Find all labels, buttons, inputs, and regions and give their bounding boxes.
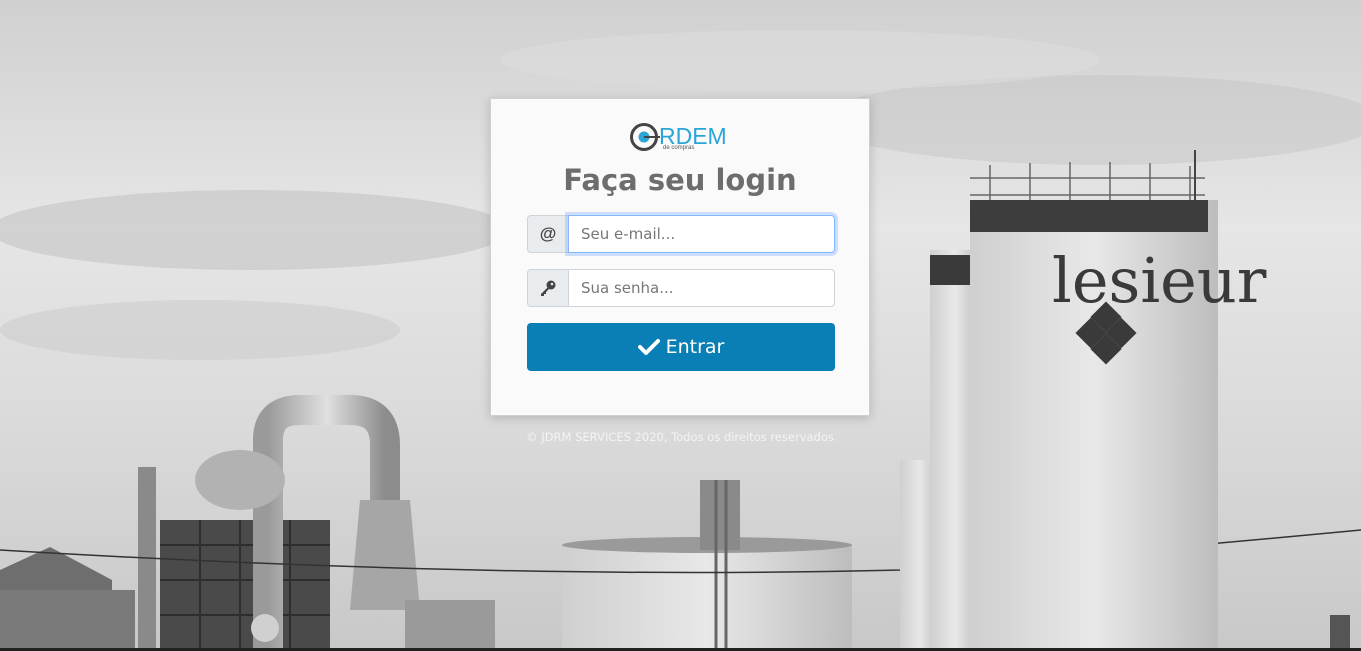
login-submit-button[interactable]: Entrar	[527, 323, 835, 371]
logo-subtitle: de compras	[663, 145, 695, 151]
silo-signage-text: lesieur	[1052, 244, 1267, 317]
copyright-footer: © JDRM SERVICES 2020, Todos os direitos …	[526, 430, 834, 444]
check-icon	[637, 339, 660, 355]
login-submit-label: Entrar	[665, 336, 725, 358]
login-card: RDEM de compras Faça seu login @ Entrar	[490, 98, 870, 416]
logo-circle-icon	[630, 123, 660, 151]
page-title: Faça seu login	[563, 163, 797, 197]
password-input[interactable]	[568, 269, 835, 307]
at-icon: @	[527, 215, 569, 253]
password-field-group	[527, 269, 835, 307]
ordem-logo: RDEM de compras	[629, 121, 739, 157]
email-field-group: @	[527, 215, 835, 253]
key-icon	[527, 269, 569, 307]
email-input[interactable]	[568, 215, 835, 253]
